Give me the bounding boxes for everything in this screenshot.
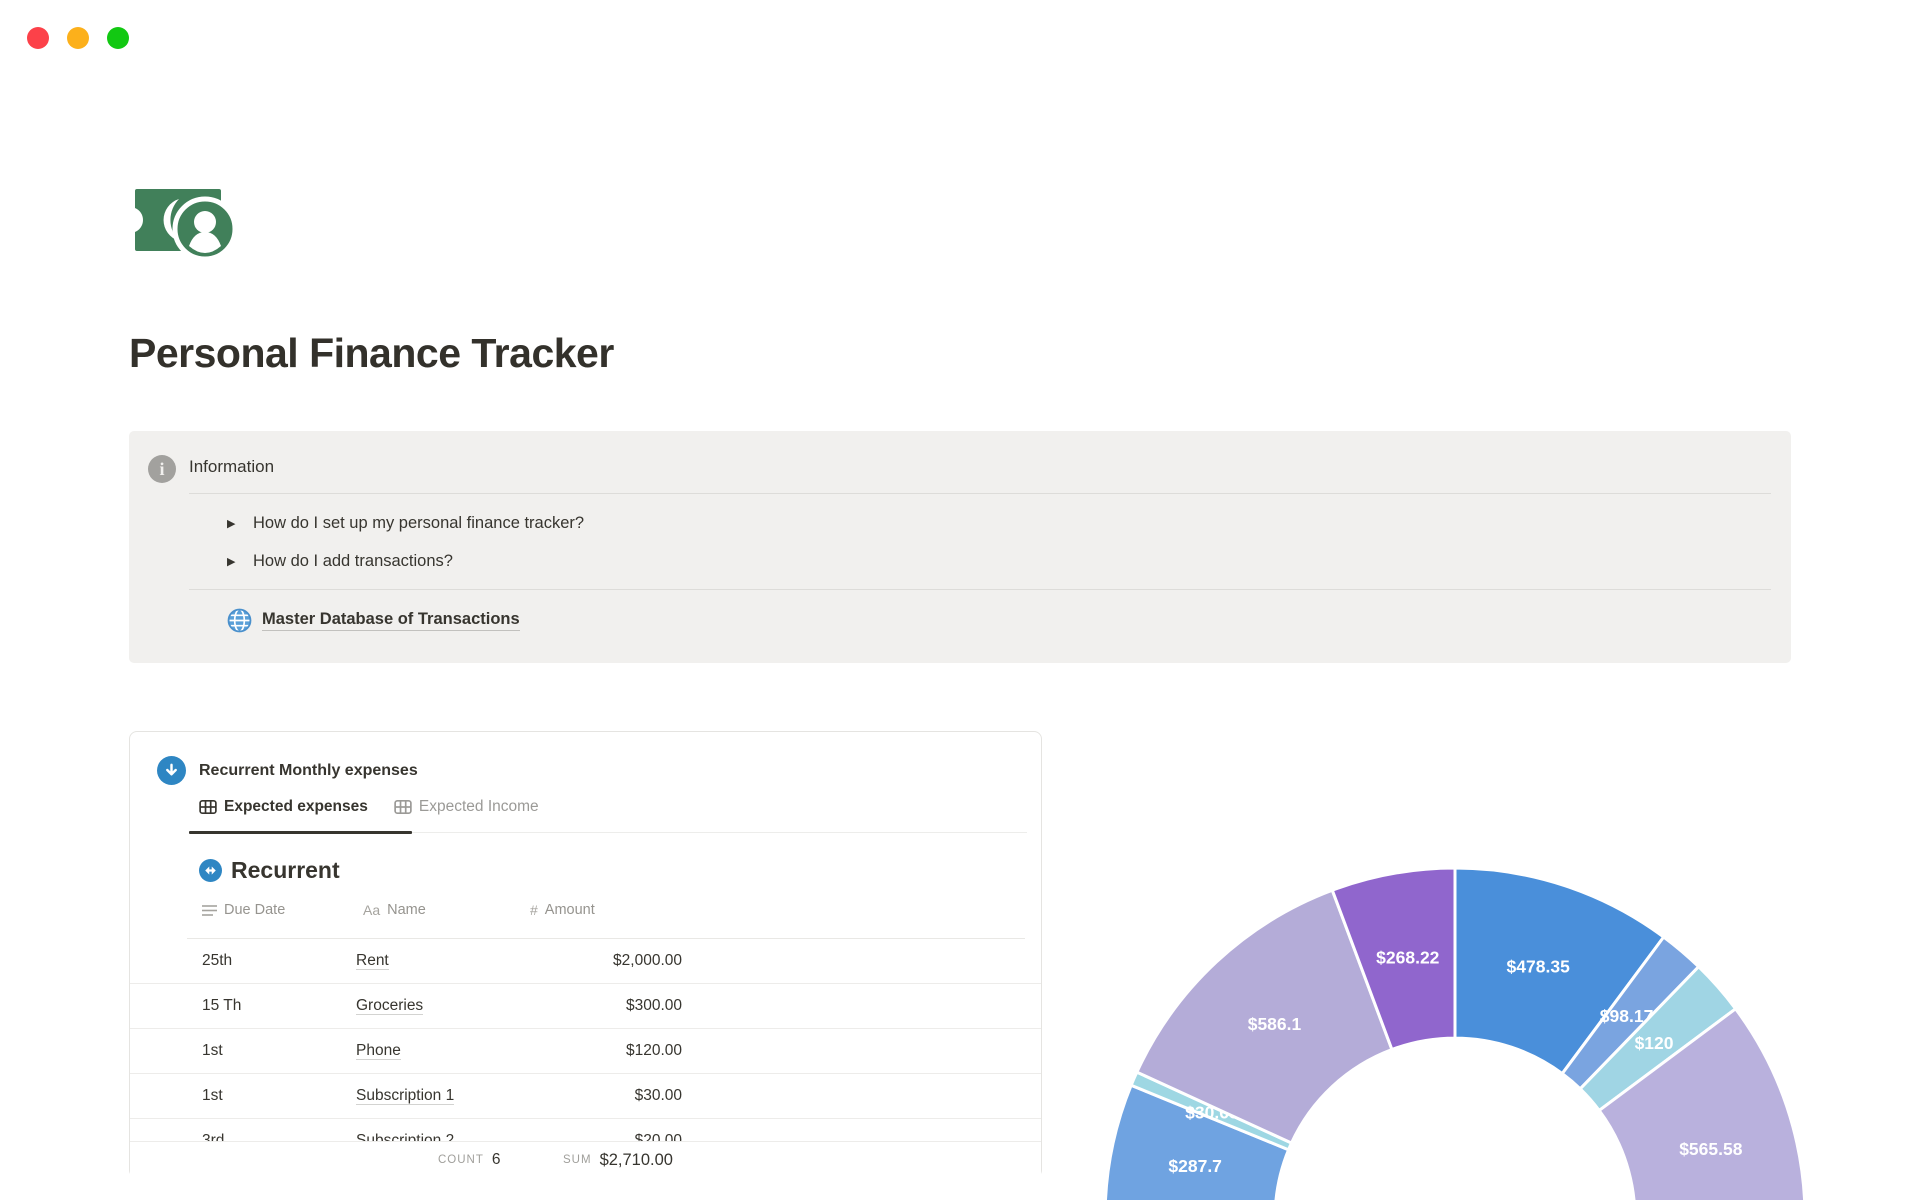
cell-name-link[interactable]: Groceries: [356, 984, 424, 1028]
alias-arrows-icon: [199, 859, 222, 882]
tab-label: Expected Income: [418, 798, 539, 815]
cell-amount[interactable]: $20.00: [635, 1119, 682, 1141]
tab-label: Expected expenses: [224, 798, 368, 815]
cell-name-link[interactable]: Subscription 2: [356, 1119, 455, 1141]
view-tabs: Expected expenses Expected Income: [199, 798, 539, 816]
close-button[interactable]: [27, 27, 49, 49]
table-footer: COUNT 6 SUM $2,710.00: [130, 1141, 1041, 1178]
table-view-icon: [394, 799, 412, 815]
toggle-label: How do I add transactions?: [253, 551, 453, 570]
table-body: 25th Rent $2,000.00 15 Th Groceries $300.00 1s…: [130, 939, 1041, 1141]
globe-icon: [227, 608, 252, 632]
column-header-amount[interactable]: # Amount: [530, 902, 595, 918]
tab-expected-expenses[interactable]: Expected expenses: [199, 798, 368, 816]
cell-amount[interactable]: $120.00: [626, 1029, 682, 1073]
divider: [189, 589, 1771, 590]
expenses-donut-chart: $478.35 $98.17 $120 $565.58 $287.7 $30.68 $586…: [1085, 848, 1825, 1200]
toggle-label: How do I set up my personal finance trac…: [253, 513, 585, 532]
card-title: Recurrent Monthly expenses: [199, 761, 418, 779]
cell-name-link[interactable]: Phone: [356, 1029, 401, 1073]
zoom-button[interactable]: [107, 27, 129, 49]
minimize-button[interactable]: [67, 27, 89, 49]
donut-segment-label: $287.7: [1168, 1156, 1222, 1176]
cell-amount[interactable]: $2,000.00: [613, 939, 682, 983]
sum-aggregate[interactable]: SUM $2,710.00: [563, 1142, 673, 1178]
window-controls: [27, 27, 129, 49]
table-view-icon: [199, 799, 217, 815]
table-row: 3rd Subscription 2 $20.00: [130, 1119, 1041, 1141]
toggle-setup-question[interactable]: ▶ How do I set up my personal finance tr…: [227, 511, 584, 535]
notion-page: Personal Finance Tracker i Information ▶…: [0, 0, 1920, 1200]
info-icon: i: [148, 455, 176, 483]
cell-amount[interactable]: $300.00: [626, 984, 682, 1028]
card-header[interactable]: Recurrent Monthly expenses: [157, 756, 418, 785]
donut-segment-label: $120: [1635, 1033, 1674, 1053]
text-type-icon: Aa: [363, 902, 381, 918]
count-aggregate[interactable]: COUNT 6: [438, 1142, 501, 1178]
sum-label: SUM: [563, 1154, 592, 1166]
section-title: Recurrent: [231, 857, 340, 883]
list-icon: [202, 904, 217, 916]
cell-due-date[interactable]: 1st: [202, 1074, 223, 1118]
toggle-triangle-icon: ▶: [227, 555, 236, 568]
page-money-icon[interactable]: [133, 182, 241, 265]
column-label: Due Date: [224, 902, 286, 918]
cell-due-date[interactable]: 15 Th: [202, 984, 241, 1028]
cell-name-link[interactable]: Subscription 1: [356, 1074, 455, 1118]
page-title[interactable]: Personal Finance Tracker: [129, 330, 614, 377]
arrow-down-circle-icon: [157, 756, 186, 785]
divider: [189, 493, 1771, 494]
column-header-name[interactable]: Aa Name: [363, 902, 426, 918]
recurrent-database-title[interactable]: Recurrent: [199, 857, 340, 884]
cell-name-link[interactable]: Rent: [356, 939, 389, 983]
master-database-link[interactable]: Master Database of Transactions: [227, 607, 520, 633]
active-tab-underline: [189, 831, 412, 834]
column-label: Amount: [544, 902, 595, 918]
sum-value: $2,710.00: [599, 1150, 673, 1169]
donut-segment-label: $565.58: [1679, 1139, 1743, 1159]
table-row: 1st Subscription 1 $30.00: [130, 1074, 1041, 1119]
table-row: 25th Rent $2,000.00: [130, 939, 1041, 984]
recurrent-expenses-card: Recurrent Monthly expenses Expected expe…: [129, 731, 1042, 1178]
tab-expected-income[interactable]: Expected Income: [394, 798, 539, 816]
cell-amount[interactable]: $30.00: [635, 1074, 682, 1118]
information-callout: i Information ▶ How do I set up my perso…: [129, 431, 1791, 663]
number-type-icon: #: [530, 902, 538, 918]
cell-due-date[interactable]: 25th: [202, 939, 232, 983]
donut-segment-label: $268.22: [1376, 947, 1440, 967]
cell-due-date[interactable]: 1st: [202, 1029, 223, 1073]
table-header-row: Due Date Aa Name # Amount: [130, 902, 1041, 928]
toggle-triangle-icon: ▶: [227, 517, 236, 530]
table-row: 15 Th Groceries $300.00: [130, 984, 1041, 1029]
column-header-due-date[interactable]: Due Date: [202, 902, 285, 918]
column-label: Name: [387, 902, 426, 918]
count-value: 6: [491, 1151, 501, 1168]
donut-segment-label: $586.1: [1248, 1014, 1302, 1034]
callout-title[interactable]: Information: [189, 457, 274, 477]
cell-due-date[interactable]: 3rd: [202, 1119, 224, 1141]
table-row: 1st Phone $120.00: [130, 1029, 1041, 1074]
master-database-link-label: Master Database of Transactions: [262, 610, 520, 631]
count-label: COUNT: [438, 1154, 484, 1166]
toggle-add-transactions[interactable]: ▶ How do I add transactions?: [227, 549, 453, 573]
donut-segment-label: $478.35: [1507, 956, 1571, 976]
